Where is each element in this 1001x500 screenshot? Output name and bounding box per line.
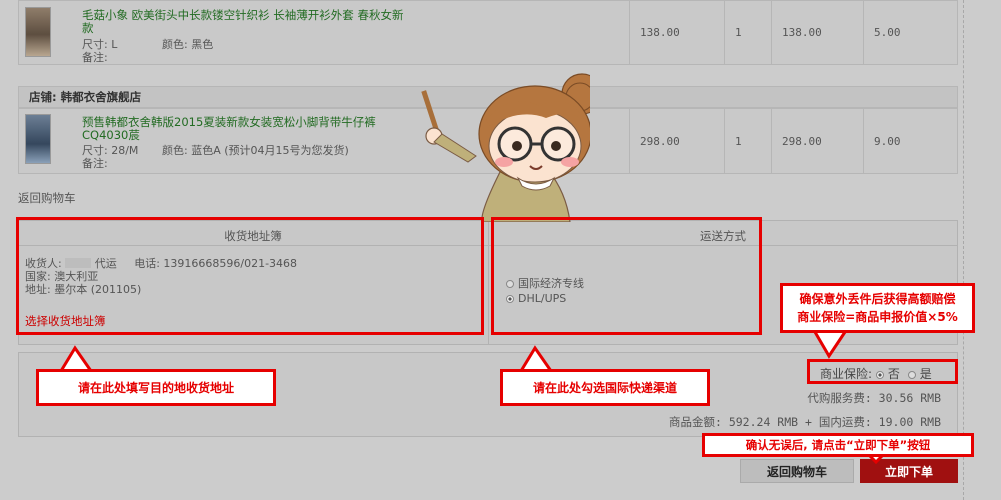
product-color: 颜色: 蓝色A (预计04月15号为您发货) xyxy=(162,144,349,157)
service-fee: 代购服务费: 30.56 RMB xyxy=(807,391,941,405)
product-quantity: 1 xyxy=(724,109,771,173)
shipping-highlight-box xyxy=(491,217,762,335)
product-shipping: 9.00 xyxy=(863,109,957,173)
order-callout: 确认无误后, 请点击“立即下单”按钮 xyxy=(702,433,974,457)
cart-item-row: 毛菇小象 欧美街头中长款镂空针织衫 长袖薄开衫外套 春秋女新款 尺寸: L 颜色… xyxy=(18,0,958,65)
address-callout: 请在此处填写目的地收货地址 xyxy=(36,369,276,406)
mascot-illustration xyxy=(421,73,590,222)
product-title-link[interactable]: 预售韩都衣舍韩版2015夏装新款女装宽松小脚背带牛仔裤 CQ4030莀 xyxy=(82,116,412,142)
page-dashed-border xyxy=(963,0,964,500)
product-thumbnail[interactable] xyxy=(25,7,51,57)
product-note: 备注: xyxy=(82,157,108,170)
product-size: 尺寸: 28/M xyxy=(82,144,139,157)
back-to-cart-link[interactable]: 返回购物车 xyxy=(18,190,76,206)
product-subtotal: 298.00 xyxy=(771,109,863,173)
product-subtotal: 138.00 xyxy=(771,1,863,64)
insurance-highlight-box xyxy=(807,359,958,384)
product-size: 尺寸: L xyxy=(82,38,118,51)
insurance-callout: 确保意外丢件后获得高额赔偿 商业保险=商品申报价值×5% xyxy=(780,283,975,333)
product-shipping: 5.00 xyxy=(863,1,957,64)
product-price: 298.00 xyxy=(629,109,724,173)
insurance-callout-line1: 确保意外丢件后获得高额赔偿 xyxy=(799,292,956,306)
product-thumbnail[interactable] xyxy=(25,114,51,164)
order-totals: 商品金额: 592.24 RMB + 国内运费: 19.00 RMB xyxy=(668,415,941,429)
insurance-callout-line2: 商业保险=商品申报价值×5% xyxy=(797,310,958,324)
product-quantity: 1 xyxy=(724,1,771,64)
product-price: 138.00 xyxy=(629,1,724,64)
back-to-cart-button[interactable]: 返回购物车 xyxy=(740,459,854,483)
product-title-link[interactable]: 毛菇小象 欧美街头中长款镂空针织衫 长袖薄开衫外套 春秋女新款 xyxy=(82,9,412,35)
product-note: 备注: xyxy=(82,51,108,64)
shipping-callout: 请在此处勾选国际快递渠道 xyxy=(500,369,710,406)
address-highlight-box xyxy=(16,217,484,335)
product-color: 颜色: 黑色 xyxy=(162,38,214,51)
callout-arrow xyxy=(813,331,847,359)
cart-item-info: 毛菇小象 欧美街头中长款镂空针织衫 长袖薄开衫外套 春秋女新款 尺寸: L 颜色… xyxy=(19,1,629,64)
